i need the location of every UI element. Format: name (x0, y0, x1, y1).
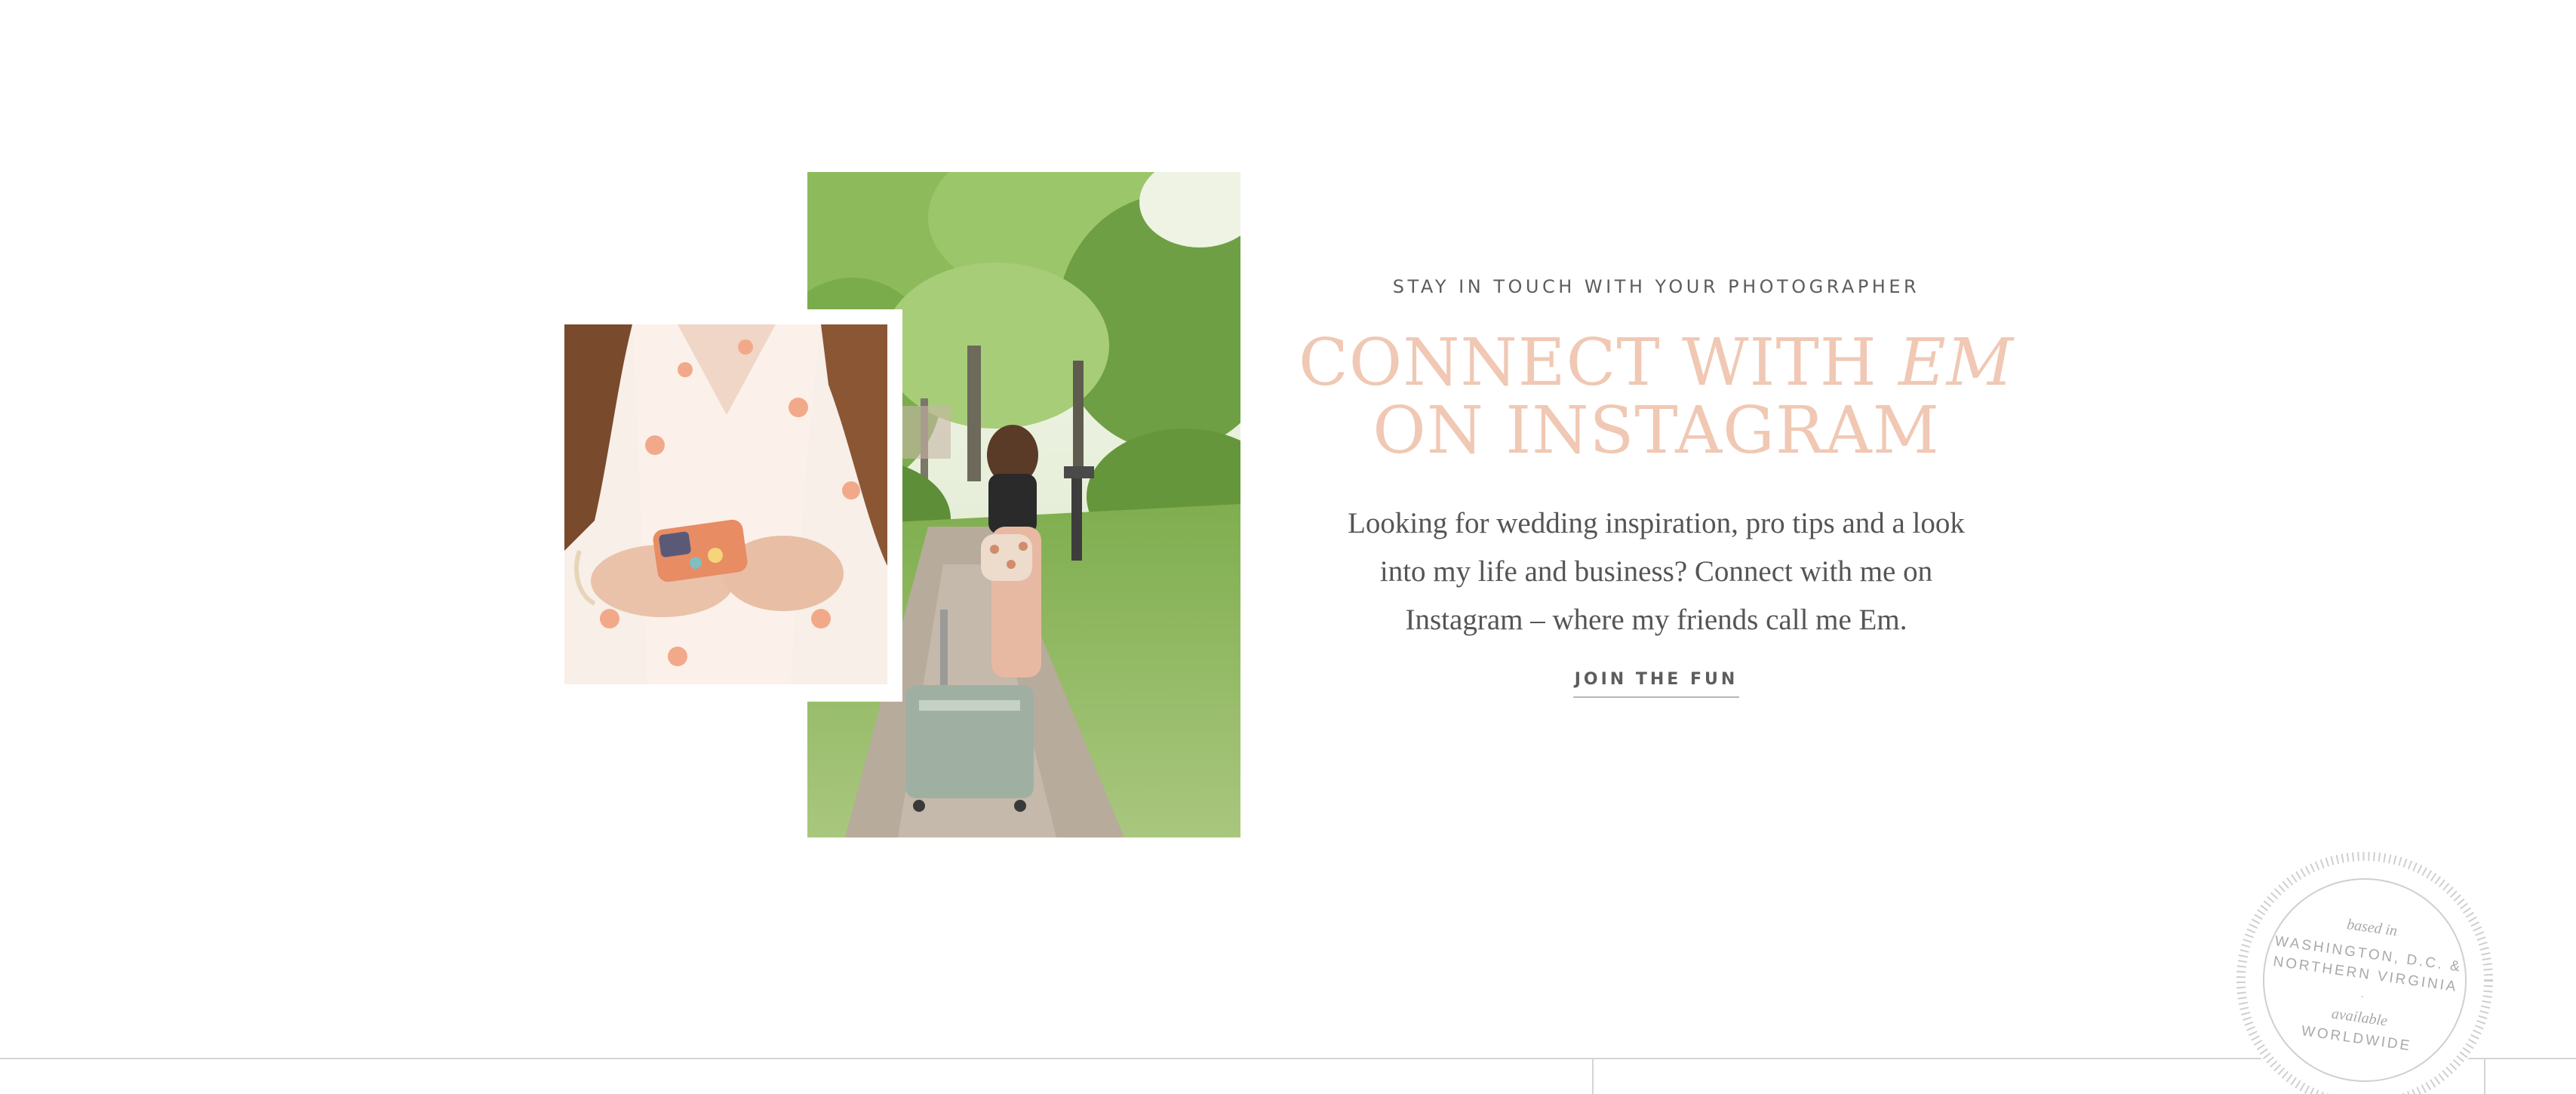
headline-em-text: EM (1898, 325, 2014, 401)
headline-line-1: CONNECT WITH EM (1283, 329, 2030, 397)
promo-headline: CONNECT WITH EM ON INSTAGRAM (1283, 329, 2030, 465)
headline-line-2: ON INSTAGRAM (1373, 393, 1940, 469)
page: STAY IN TOUCH WITH YOUR PHOTOGRAPHER CON… (0, 0, 2576, 1094)
phone-in-hands-photo (564, 324, 887, 684)
promo-body: Looking for wedding inspiration, pro tip… (1348, 507, 1965, 636)
join-the-fun-link[interactable]: JOIN THE FUN (1572, 670, 1740, 698)
location-seal: based in WASHINGTON, D.C. & NORTHERN VIR… (2233, 849, 2496, 1094)
headline-line-1-text: CONNECT WITH (1299, 325, 1899, 401)
eyebrow-text: STAY IN TOUCH WITH YOUR PHOTOGRAPHER (1392, 276, 1920, 297)
footer-column-divider (1592, 1059, 1594, 1094)
instagram-promo: STAY IN TOUCH WITH YOUR PHOTOGRAPHER CON… (1283, 272, 2030, 698)
footer-divider-line (0, 1058, 2576, 1059)
